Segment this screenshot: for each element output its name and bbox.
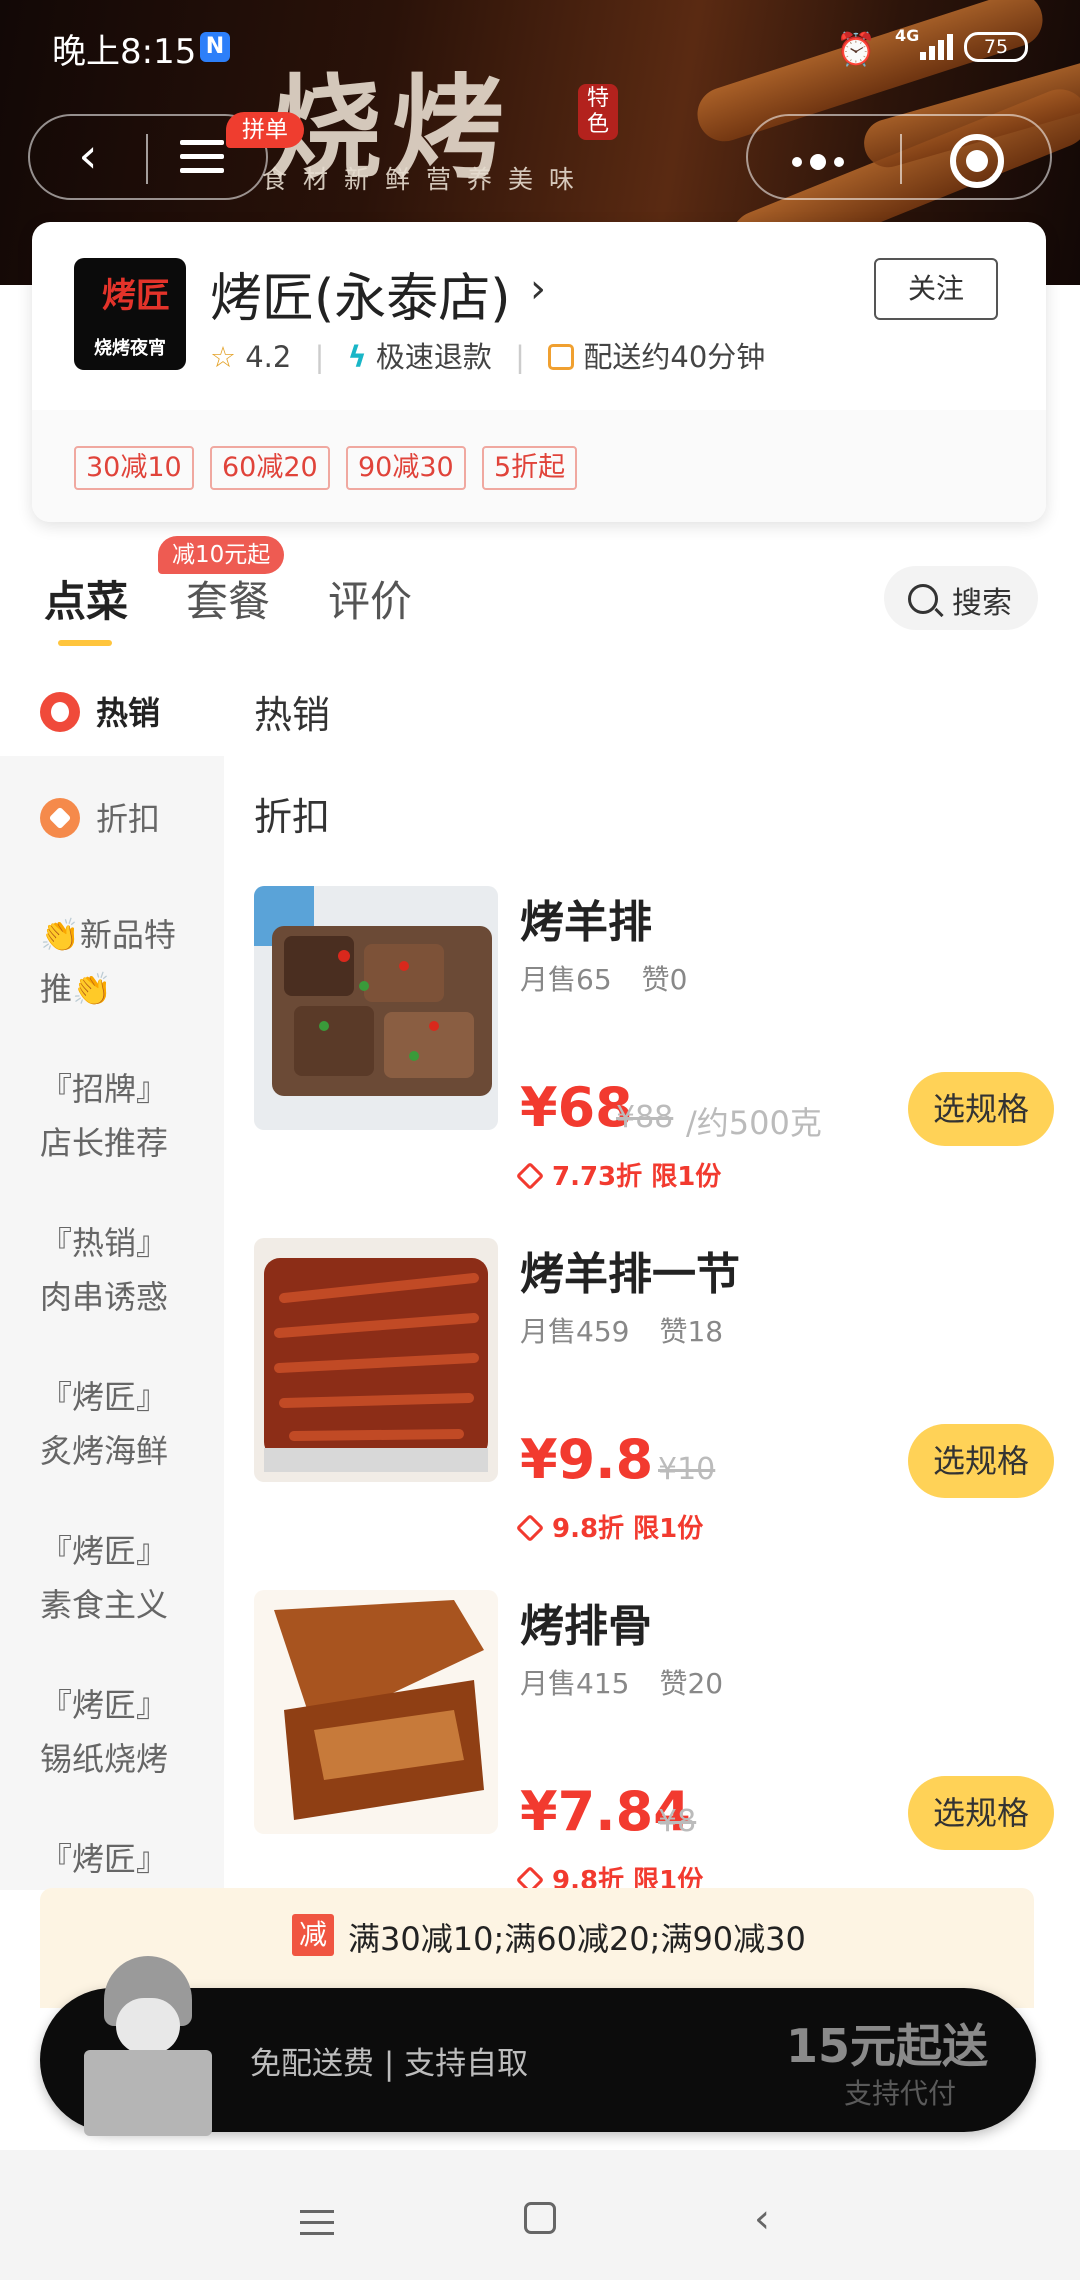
status-time: 晚上8:15 — [52, 32, 197, 72]
combo-badge: 减10元起 — [158, 536, 285, 574]
app-notification-icon: N — [200, 32, 230, 62]
sidebar-item-label: 『热销』肉串诱惑 — [40, 1224, 169, 1316]
nav-divider — [900, 134, 902, 184]
shop-card: 烤匠 烧烤夜宵 烤匠(永泰店) › 关注 ☆ 4.2 | ϟ 极速退款 | 配送… — [32, 222, 1046, 522]
star-icon: ☆ — [210, 340, 236, 374]
delivery-time: 配送约40分钟 — [583, 340, 766, 374]
choose-spec-button[interactable]: 选规格 — [908, 1072, 1054, 1146]
recent-apps-icon[interactable] — [300, 2210, 334, 2243]
sidebar-item-signature[interactable]: 『招牌』店长推荐 — [0, 1040, 224, 1194]
bolt-icon: ϟ — [347, 340, 367, 374]
status-bar: 晚上8:15 N ⏰ 4G 75 — [0, 0, 1080, 92]
sidebar-item-label: 折扣 — [96, 800, 161, 838]
more-icon[interactable] — [792, 152, 852, 171]
sidebar-item-new[interactable]: 👏新品特推👏 — [0, 886, 224, 1040]
dish-stats: 月售459 赞18 — [520, 1315, 724, 1348]
section-title-hot: 热销 — [254, 693, 331, 737]
dish-image — [254, 1590, 498, 1834]
tag-icon — [515, 1161, 545, 1191]
dish-image — [254, 886, 498, 1130]
dish-stats: 月售415 赞20 — [520, 1667, 724, 1700]
promo-tag: 30减10 — [74, 446, 194, 490]
promo-tag: 5折起 — [482, 446, 578, 490]
search-icon — [908, 584, 938, 614]
search-button[interactable]: 搜索 — [884, 566, 1038, 630]
tab-reviews[interactable]: 评价 — [328, 568, 412, 629]
dish-original-price: ¥10 — [658, 1452, 716, 1487]
tab-combo[interactable]: 套餐 — [186, 568, 270, 629]
logo-mark: 烤匠 — [102, 276, 170, 316]
sidebar-item-skewers[interactable]: 『热销』肉串诱惑 — [0, 1194, 224, 1348]
dish-stats: 月售65 赞0 — [520, 963, 688, 996]
chevron-right-icon[interactable]: › — [530, 266, 546, 312]
system-navigation-bar: ‹ — [0, 2150, 1080, 2280]
flame-icon — [40, 692, 80, 732]
sidebar-item-label: 热销 — [96, 694, 161, 732]
tab-underline — [58, 640, 112, 646]
discount-icon — [40, 798, 80, 838]
close-miniapp-icon[interactable] — [950, 134, 1004, 188]
dish-price: ¥9.8 — [520, 1428, 654, 1491]
promo-tag: 90减30 — [346, 446, 466, 490]
home-icon[interactable] — [524, 2202, 556, 2234]
sidebar-item-label: 『烤匠』素食主义 — [40, 1532, 169, 1624]
sidebar-item-seafood[interactable]: 『烤匠』炙烤海鲜 — [0, 1348, 224, 1502]
reduction-text: 满30减10;满60减20;满90减30 — [348, 1920, 806, 1958]
dish-image — [254, 1238, 498, 1482]
reduction-icon: 减 — [292, 1914, 334, 1956]
choose-spec-button[interactable]: 选规格 — [908, 1776, 1054, 1850]
signal-icon — [912, 30, 956, 60]
sidebar-item-label: 👏新品特推👏 — [40, 916, 176, 1008]
min-order-label: 15元起送 — [785, 2019, 988, 2073]
sidebar-item-label: 『烤匠』炙烤海鲜 — [40, 1378, 169, 1470]
follow-button[interactable]: 关注 — [874, 258, 998, 320]
shop-logo: 烤匠 烧烤夜宵 — [74, 258, 186, 370]
tab-order[interactable]: 点菜 — [44, 568, 128, 629]
banner-seal: 特色 — [578, 84, 618, 140]
shop-name[interactable]: 烤匠(永泰店) — [210, 256, 511, 331]
choose-spec-button[interactable]: 选规格 — [908, 1424, 1054, 1498]
courier-icon[interactable] — [78, 1956, 218, 2136]
shop-rating: 4.2 — [245, 340, 292, 374]
alarm-icon: ⏰ — [836, 30, 876, 68]
dish-card[interactable]: 烤羊排 月售65 赞0 ¥68 ¥88 /约500克 7.73折 限1份 选规格 — [254, 886, 1054, 1236]
clock-icon — [548, 344, 575, 370]
sidebar-item-label: 『烤匠』锡纸烧烤 — [40, 1686, 169, 1778]
section-title-discount: 折扣 — [254, 795, 331, 839]
sidebar-item-discount[interactable]: 折扣 — [0, 756, 224, 886]
cart-delivery-text: 免配送费 | 支持自取 — [250, 2046, 529, 2082]
search-label: 搜索 — [952, 586, 1012, 621]
tag-icon — [515, 1513, 545, 1543]
banner-subtitle: 食材新鲜营养美味 — [262, 165, 591, 194]
nav-capsule-right — [746, 114, 1052, 200]
back-icon[interactable]: ‹ — [60, 130, 116, 186]
promo-tags[interactable]: 30减10 60减20 90减30 5折起 — [32, 410, 1046, 522]
pindan-badge[interactable]: 拼单 — [226, 112, 304, 148]
sidebar-item-label: 『招牌』店长推荐 — [40, 1070, 169, 1162]
dish-original-price: ¥88 — [616, 1100, 674, 1135]
promo-tag: 60减20 — [210, 446, 330, 490]
logo-text: 烧烤夜宵 — [94, 338, 166, 359]
shop-meta: ☆ 4.2 | ϟ 极速退款 | 配送约40分钟 — [210, 340, 766, 374]
pay-for-me-label: 支持代付 — [843, 2077, 956, 2110]
nav-divider — [146, 134, 148, 184]
dish-discount: 9.8折 限1份 — [515, 1508, 703, 1545]
menu-icon[interactable] — [180, 140, 224, 178]
dish-name: 烤排骨 — [520, 1601, 652, 1652]
sidebar-item-foil[interactable]: 『烤匠』锡纸烧烤 — [0, 1656, 224, 1810]
dish-card[interactable]: 烤羊排一节 月售459 赞18 ¥9.8 ¥10 9.8折 限1份 选规格 — [254, 1238, 1054, 1588]
category-sidebar: 热销 折扣 👏新品特推👏 『招牌』店长推荐 『热销』肉串诱惑 『烤匠』炙烤海鲜 … — [0, 670, 224, 1932]
refund-label: 极速退款 — [375, 340, 492, 374]
sidebar-item-hot[interactable]: 热销 — [0, 670, 224, 756]
dish-original-price: ¥8 — [658, 1804, 697, 1839]
dish-name: 烤羊排一节 — [520, 1249, 740, 1300]
sidebar-item-vegetarian[interactable]: 『烤匠』素食主义 — [0, 1502, 224, 1656]
battery-icon: 75 — [964, 32, 1028, 62]
dish-discount: 7.73折 限1份 — [515, 1156, 721, 1193]
dish-name: 烤羊排 — [520, 897, 652, 948]
dish-unit: /约500克 — [686, 1104, 822, 1142]
back-nav-icon[interactable]: ‹ — [754, 2196, 770, 2242]
